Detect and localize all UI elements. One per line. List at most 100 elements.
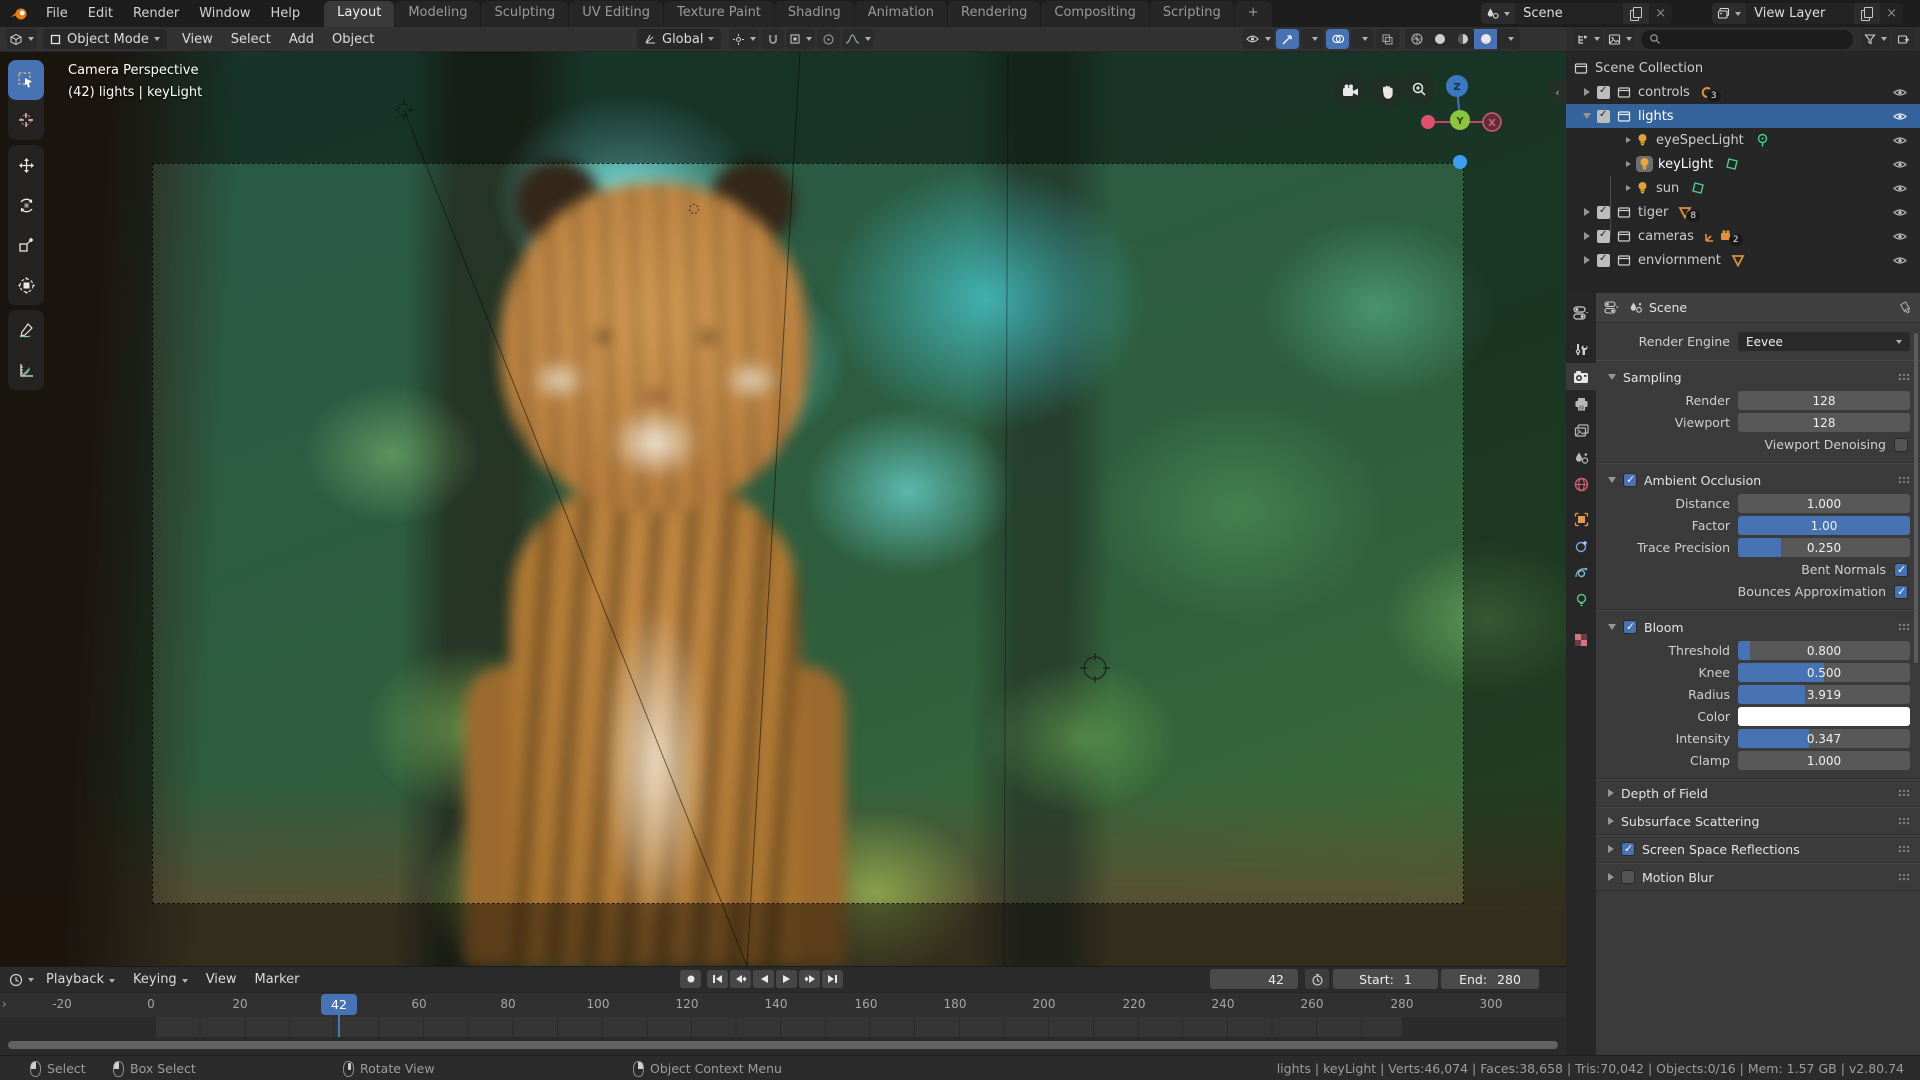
disclosure-icon[interactable] [1583, 113, 1591, 119]
menu-help[interactable]: Help [261, 0, 311, 27]
outliner-root-row[interactable]: Scene Collection [1566, 56, 1920, 80]
tab-physics[interactable] [1566, 560, 1596, 587]
properties-scrollbar[interactable] [1914, 333, 1918, 663]
outliner-display-mode-button[interactable] [1605, 29, 1635, 49]
outliner-filter-button[interactable] [1861, 29, 1890, 49]
timeline-expand-arrow[interactable]: › [2, 997, 7, 1011]
xray-toggle[interactable] [1376, 29, 1399, 49]
bounces-approximation-checkbox[interactable] [1894, 584, 1908, 599]
tool-annotate[interactable] [8, 310, 44, 350]
tab-uv-editing[interactable]: UV Editing [569, 1, 664, 27]
outliner-row-cameras[interactable]: cameras 2 [1566, 224, 1920, 248]
mode-dropdown[interactable]: Object Mode [43, 29, 167, 49]
tool-scale[interactable] [8, 225, 44, 265]
scene-name[interactable]: Scene [1515, 6, 1623, 21]
motion-blur-header[interactable]: Motion Blur [1596, 864, 1920, 890]
scene-copy-button[interactable] [1623, 3, 1650, 24]
hide-eye-icon[interactable] [1892, 207, 1908, 218]
bent-normals-checkbox[interactable] [1894, 562, 1908, 577]
tab-texture[interactable] [1566, 626, 1596, 653]
collection-checkbox[interactable] [1597, 253, 1610, 267]
use-preview-range-button[interactable] [1305, 969, 1329, 989]
collection-checkbox[interactable] [1597, 229, 1610, 243]
tab-scene[interactable] [1566, 444, 1596, 471]
hide-eye-icon[interactable] [1892, 111, 1908, 122]
camera-view-button[interactable] [1334, 74, 1367, 107]
ao-factor-slider[interactable]: 1.00 [1738, 516, 1910, 535]
shading-rendered-button[interactable] [1474, 29, 1497, 49]
outliner-row-enviornment[interactable]: enviornment [1566, 248, 1920, 272]
proportional-editing-button[interactable] [817, 29, 841, 49]
bloom-clamp-field[interactable]: 1.000 [1738, 751, 1910, 770]
shading-dropdown[interactable] [1497, 29, 1520, 49]
tool-rotate[interactable] [8, 185, 44, 225]
menu-window[interactable]: Window [189, 0, 260, 27]
tab-world[interactable] [1566, 471, 1596, 498]
tab-compositing[interactable]: Compositing [1041, 1, 1149, 27]
tool-measure[interactable] [8, 350, 44, 390]
disclosure-icon[interactable] [1584, 88, 1590, 96]
tab-object-data[interactable] [1566, 587, 1596, 614]
panel-drag-handle[interactable] [1898, 845, 1910, 853]
outliner-row-eyespeclight[interactable]: eyeSpecLight [1566, 128, 1920, 152]
sampling-panel-header[interactable]: Sampling [1596, 365, 1920, 389]
sidebar-toggle[interactable]: ‹ [1550, 80, 1565, 104]
properties-editor-icon[interactable] [1604, 301, 1619, 314]
menu-file[interactable]: File [36, 0, 78, 27]
tool-select-box[interactable] [8, 60, 44, 100]
bloom-panel-header[interactable]: Bloom [1596, 615, 1920, 639]
tab-output[interactable] [1566, 390, 1596, 417]
snap-toggle-button[interactable] [761, 29, 785, 49]
depth-of-field-header[interactable]: Depth of Field [1596, 780, 1920, 806]
outliner-row-tiger[interactable]: tiger 8 [1566, 200, 1920, 224]
current-frame-badge[interactable]: 42 [321, 994, 357, 1015]
hide-eye-icon[interactable] [1892, 87, 1908, 98]
blender-logo[interactable] [0, 0, 36, 27]
motion-blur-checkbox[interactable] [1621, 870, 1635, 884]
scene-browse-button[interactable] [1481, 3, 1516, 24]
playhead-line[interactable] [338, 1013, 340, 1037]
ao-distance-field[interactable]: 1.000 [1738, 494, 1910, 513]
overlays-dropdown[interactable] [1351, 29, 1374, 49]
jump-to-start-button[interactable] [707, 970, 728, 988]
tab-sculpting[interactable]: Sculpting [481, 1, 569, 27]
tab-scripting[interactable]: Scripting [1149, 1, 1234, 27]
hide-eye-icon[interactable] [1892, 135, 1908, 146]
bloom-radius-slider[interactable]: 3.919 [1738, 685, 1910, 704]
disclosure-icon[interactable] [1626, 137, 1631, 143]
menu-render[interactable]: Render [123, 0, 189, 27]
tab-view-layer[interactable] [1566, 417, 1596, 444]
bloom-intensity-slider[interactable]: 0.347 [1738, 729, 1910, 748]
object-visibility-button[interactable] [1242, 29, 1274, 49]
timeline-menu-view[interactable]: View [197, 972, 246, 987]
overlays-toggle[interactable] [1326, 29, 1349, 49]
pan-view-button[interactable] [1371, 74, 1404, 107]
disclosure-icon[interactable] [1626, 185, 1631, 191]
timeline-ruler[interactable]: › -20 0 20 60 80 100 120 140 160 180 200… [0, 992, 1566, 1017]
next-keyframe-button[interactable] [799, 970, 820, 988]
outliner-search-input[interactable] [1641, 29, 1853, 49]
tool-move[interactable] [8, 145, 44, 185]
add-workspace-tab[interactable]: + [1234, 1, 1272, 27]
orientation-dropdown[interactable]: Global [637, 29, 722, 49]
viewport-samples-field[interactable]: 128 [1738, 413, 1910, 432]
timeline-menu-keying[interactable]: Keying [124, 972, 197, 987]
disclosure-icon[interactable] [1626, 161, 1631, 167]
collection-checkbox[interactable] [1597, 109, 1610, 123]
tab-rendering[interactable]: Rendering [948, 1, 1041, 27]
panel-drag-handle[interactable] [1898, 817, 1910, 825]
tab-render[interactable] [1566, 363, 1596, 390]
previous-keyframe-button[interactable] [730, 970, 751, 988]
viewport-denoising-checkbox[interactable] [1894, 437, 1908, 452]
bloom-knee-slider[interactable]: 0.500 [1738, 663, 1910, 682]
outliner-editor-type-button[interactable] [1573, 29, 1603, 49]
play-reverse-button[interactable] [753, 970, 774, 988]
shading-material-button[interactable] [1451, 29, 1474, 49]
frame-start-field[interactable]: Start: 1 [1333, 969, 1438, 989]
tool-transform[interactable] [8, 265, 44, 305]
outliner-row-lights[interactable]: lights [1566, 104, 1920, 128]
new-collection-button[interactable] [1892, 29, 1915, 49]
viewport-menu-add[interactable]: Add [280, 32, 323, 47]
pin-icon[interactable] [1899, 300, 1912, 315]
collection-checkbox[interactable] [1597, 85, 1610, 99]
